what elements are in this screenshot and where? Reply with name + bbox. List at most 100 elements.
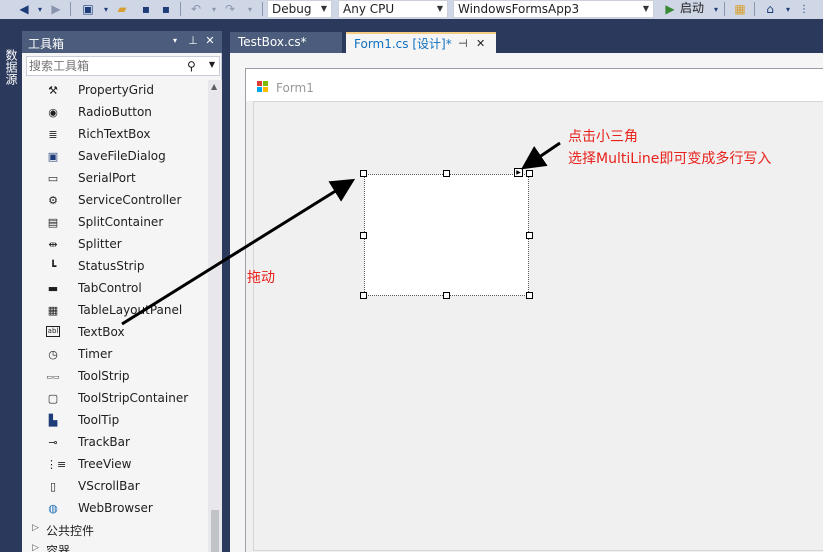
- toolbar-separator: [262, 2, 263, 16]
- scrollbar-thumb[interactable]: [211, 510, 219, 552]
- close-icon[interactable]: ✕: [203, 34, 217, 48]
- data-sources-tab[interactable]: 数据源: [2, 49, 20, 89]
- toolbox-item[interactable]: ≣ RichTextBox: [22, 124, 208, 146]
- toolbox-item-label: ToolStripContainer: [78, 391, 189, 405]
- chevron-down-icon: ▼: [436, 4, 443, 13]
- form1-titlebar: Form1: [246, 69, 823, 101]
- platform-value: Any CPU: [343, 2, 395, 16]
- scroll-up-icon[interactable]: ▲: [211, 82, 217, 91]
- toolbox-item[interactable]: ▭▭ ToolStrip: [22, 366, 208, 388]
- search-icon[interactable]: ⚲: [187, 59, 201, 73]
- textbox-control[interactable]: [364, 174, 529, 296]
- search-input[interactable]: [29, 58, 189, 74]
- toolbox-item[interactable]: ▤ SplitContainer: [22, 212, 208, 234]
- toolbox-item-label: ServiceController: [78, 193, 182, 207]
- toolbox-item[interactable]: ▣ SaveFileDialog: [22, 146, 208, 168]
- toolbox-scrollbar[interactable]: ▲: [208, 80, 222, 552]
- back-dropdown-icon[interactable]: ▾: [32, 1, 48, 17]
- tab-testbox-cs[interactable]: TestBox.cs*: [230, 32, 342, 53]
- chevron-right-icon[interactable]: ▷: [32, 543, 39, 552]
- toolbox-item[interactable]: ⋮≡ TreeView: [22, 454, 208, 476]
- drag-annotation: 拖动: [247, 270, 275, 286]
- toolbox-group-common-controls[interactable]: ▷ 公共控件: [22, 520, 208, 540]
- chevron-down-icon[interactable]: ▼: [209, 60, 215, 69]
- pin-icon[interactable]: ⊥: [186, 34, 200, 48]
- resize-handle[interactable]: [526, 292, 533, 299]
- new-project-icon[interactable]: ▣: [80, 1, 96, 17]
- toolbox-item[interactable]: ▢ ToolStripContainer: [22, 388, 208, 410]
- toolbox-item-label: RichTextBox: [78, 127, 151, 141]
- tooltip-icon: ▙: [48, 414, 58, 427]
- startup-project-select[interactable]: WindowsFormsApp3 ▼: [453, 0, 654, 18]
- form1-client-area[interactable]: [253, 101, 823, 551]
- tab-label: TestBox.cs*: [238, 35, 307, 49]
- form1-window[interactable]: Form1: [245, 68, 823, 552]
- tab-form1-design[interactable]: Form1.cs [设计]* ⊣ ✕: [346, 32, 496, 53]
- start-dropdown-icon[interactable]: ▾: [708, 1, 724, 17]
- toolbox-item[interactable]: ◉ RadioButton: [22, 102, 208, 124]
- toolbox-item[interactable]: ▭ SerialPort: [22, 168, 208, 190]
- form1-title: Form1: [276, 81, 314, 95]
- toolbox-item[interactable]: ⇹ Splitter: [22, 234, 208, 256]
- toolbox-item-label: SaveFileDialog: [78, 149, 166, 163]
- toolbox-item[interactable]: ▦ TableLayoutPanel: [22, 300, 208, 322]
- toolbox-item-label: TableLayoutPanel: [78, 303, 183, 317]
- toolbox-item[interactable]: ◍ WebBrowser: [22, 498, 208, 520]
- chevron-right-icon[interactable]: ▷: [32, 523, 39, 533]
- home-icon[interactable]: ⌂: [762, 1, 778, 17]
- close-icon[interactable]: ✕: [476, 34, 485, 54]
- toolbox-item[interactable]: ◷ Timer: [22, 344, 208, 366]
- platform-select[interactable]: Any CPU ▼: [338, 0, 448, 18]
- toolbox-item[interactable]: ▯ VScrollBar: [22, 476, 208, 498]
- toolbox-search-box[interactable]: ⚲ ▼: [26, 56, 220, 76]
- resize-handle[interactable]: [443, 292, 450, 299]
- toolbox-item-label: TextBox: [78, 325, 125, 339]
- resize-handle[interactable]: [526, 170, 533, 177]
- toolbox-item[interactable]: ⚙ ServiceController: [22, 190, 208, 212]
- resize-handle[interactable]: [526, 232, 533, 239]
- toolbox-item-label: Timer: [78, 347, 113, 361]
- redo-dropdown-icon[interactable]: ▾: [242, 1, 258, 17]
- new-dropdown-icon[interactable]: ▾: [98, 1, 114, 17]
- split-container-icon: ▤: [47, 216, 59, 229]
- toolbox-item-label: WebBrowser: [78, 501, 153, 515]
- toolbox-item-label: PropertyGrid: [78, 83, 154, 97]
- configuration-select[interactable]: Debug ▼: [267, 0, 332, 18]
- back-icon[interactable]: ◀: [16, 1, 32, 17]
- toolbox-item[interactable]: abl TextBox: [22, 322, 208, 344]
- save-icon[interactable]: ▪: [138, 1, 154, 17]
- chevron-down-icon: ▼: [642, 4, 649, 13]
- document-tab-strip: TestBox.cs* Form1.cs [设计]* ⊣ ✕: [222, 31, 823, 53]
- resize-handle[interactable]: [443, 170, 450, 177]
- pin-icon[interactable]: ⊣: [458, 34, 468, 54]
- undo-dropdown-icon[interactable]: ▾: [206, 1, 222, 17]
- resize-handle[interactable]: [360, 292, 367, 299]
- toolbox-item[interactable]: ▙ ToolTip: [22, 410, 208, 432]
- start-button-label[interactable]: 启动: [680, 0, 704, 18]
- radio-button-icon: ◉: [48, 106, 58, 119]
- toolstrip-icon: ▭▭: [46, 373, 60, 381]
- toolbox-item[interactable]: ⚒ PropertyGrid: [22, 80, 208, 102]
- undo-icon[interactable]: ↶: [188, 1, 204, 17]
- toolbox-item-label: TabControl: [78, 281, 142, 295]
- redo-icon[interactable]: ↷: [222, 1, 238, 17]
- forward-icon[interactable]: ▶: [48, 1, 64, 17]
- find-icon[interactable]: ▦: [732, 1, 748, 17]
- toolbox-item-label: Splitter: [78, 237, 122, 251]
- resize-handle[interactable]: [360, 170, 367, 177]
- toolbox-item[interactable]: ┗ StatusStrip: [22, 256, 208, 278]
- overflow-icon[interactable]: ⋮: [796, 1, 812, 17]
- open-file-icon[interactable]: ▰: [114, 1, 130, 17]
- smart-tag-icon[interactable]: ▶: [514, 168, 523, 177]
- toolbox-item[interactable]: ⊸ TrackBar: [22, 432, 208, 454]
- start-icon[interactable]: ▶: [662, 1, 678, 17]
- resize-handle[interactable]: [360, 232, 367, 239]
- home-dropdown-icon[interactable]: ▾: [780, 1, 796, 17]
- tip-annotation-line1: 点击小三角: [568, 129, 638, 145]
- timer-icon: ◷: [48, 348, 58, 361]
- toolbox-group-containers[interactable]: ▷ 容器: [22, 540, 208, 552]
- save-file-dialog-icon: ▣: [47, 150, 59, 163]
- toolbox-item[interactable]: ▬ TabControl: [22, 278, 208, 300]
- save-all-icon[interactable]: ▪: [158, 1, 174, 17]
- panel-menu-icon[interactable]: ▾: [168, 34, 182, 48]
